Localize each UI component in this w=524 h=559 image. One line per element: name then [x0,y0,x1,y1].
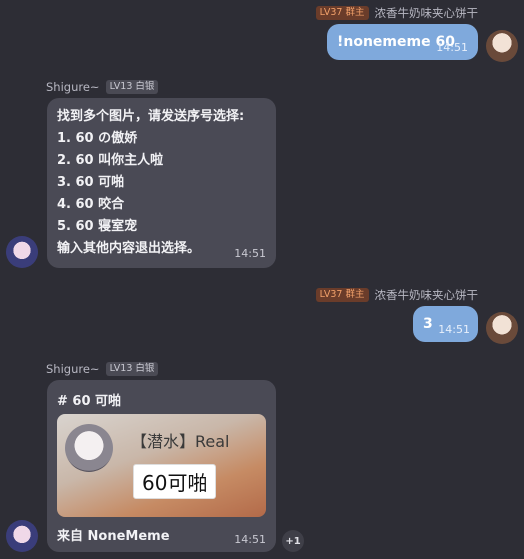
list-line: 4. 60 咬合 [57,197,125,212]
message-time: 14:51 [436,41,468,54]
sender-header-bot-2: Shigure~ LV13 白银 [46,362,159,376]
list-line: 找到多个图片，请发送序号选择: [57,109,245,124]
sender-name: 浓香牛奶味夹心饼干 [374,6,479,20]
card-tag: 60可啪 [133,464,217,499]
sender-name: Shigure~ [46,362,100,376]
message-time: 14:51 [234,247,266,260]
message-bubble-me-1[interactable]: !nonememe 60 14:51 [327,24,478,60]
level-badge: LV13 白银 [105,362,159,376]
message-text: 3 [423,316,433,332]
card-title: 【潜水】Real [131,432,230,451]
level-badge: LV13 白银 [105,80,159,94]
reaction-plus-one[interactable]: +1 [282,530,304,552]
sender-header-me-2: LV37 群主 浓香牛奶味夹心饼干 [315,287,479,303]
sender-name: Shigure~ [46,80,100,94]
sender-header-bot-1: Shigure~ LV13 白银 [46,80,159,94]
owner-badge: LV37 群主 [315,6,369,20]
meme-avatar-icon [65,424,113,472]
message-bubble-bot-1[interactable]: 找到多个图片，请发送序号选择: 1. 60 の傲娇 2. 60 叫你主人啦 3.… [47,98,276,268]
sender-header-me-1: LV37 群主 浓香牛奶味夹心饼干 [315,5,479,21]
list-line: 5. 60 寝室宠 [57,219,138,234]
user-avatar-icon[interactable] [486,312,518,344]
message-time: 14:51 [234,533,266,546]
user-avatar-icon[interactable] [486,30,518,62]
sender-name: 浓香牛奶味夹心饼干 [374,288,479,302]
list-line: 1. 60 の傲娇 [57,131,138,146]
bot-avatar-icon[interactable] [6,236,38,268]
list-line: 3. 60 可啪 [57,175,125,190]
owner-badge: LV37 群主 [315,288,369,302]
list-line: 2. 60 叫你主人啦 [57,153,164,168]
meme-card[interactable]: 【潜水】Real 60可啪 [57,414,266,517]
message-time: 14:51 [438,323,470,336]
message-bubble-me-2[interactable]: 3 14:51 [413,306,478,342]
bot-avatar-icon[interactable] [6,520,38,552]
message-bubble-bot-2[interactable]: # 60 可啪 【潜水】Real 60可啪 来自 NoneMeme 14:51 [47,380,276,552]
message-heading: # 60 可啪 [57,394,122,409]
message-footer: 来自 NoneMeme [57,529,170,544]
